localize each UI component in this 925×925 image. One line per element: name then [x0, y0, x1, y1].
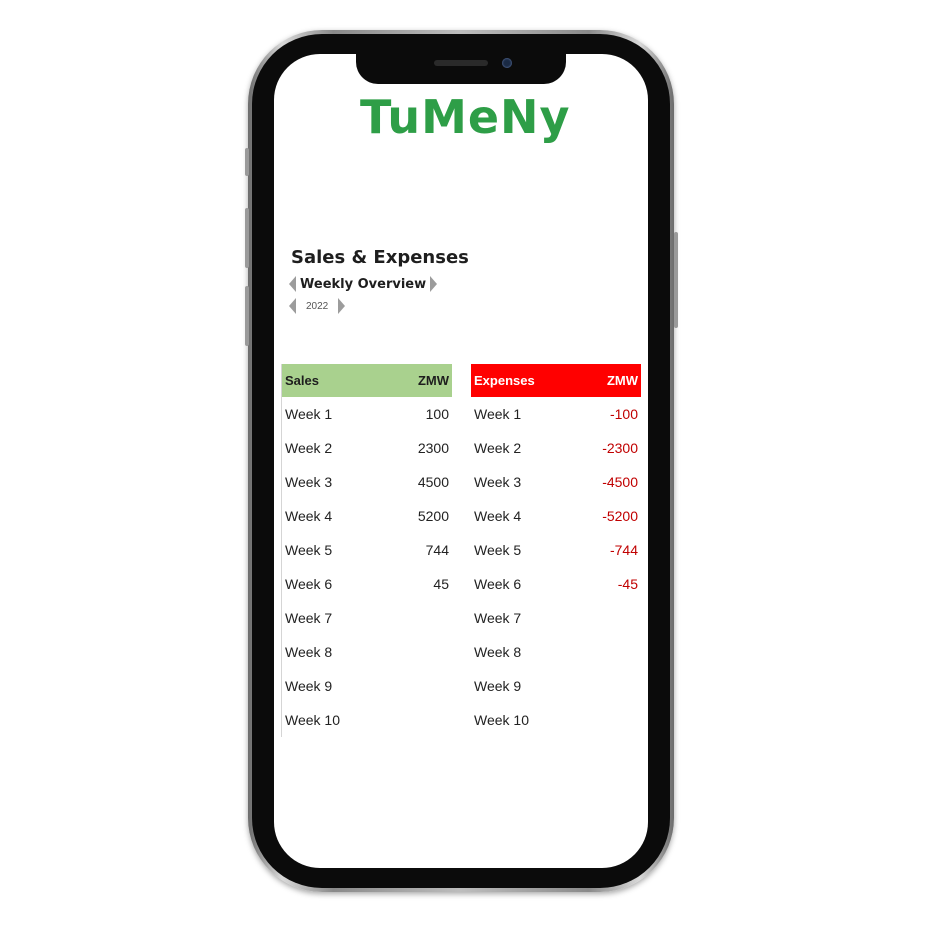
expenses-header-label: Expenses [474, 373, 535, 388]
week-label: Week 1 [474, 406, 522, 422]
view-selector: Weekly Overview [289, 276, 438, 292]
volume-down-button [245, 286, 249, 346]
table-row: Week 7 [282, 601, 452, 635]
week-label: Week 3 [285, 474, 333, 490]
expenses-table-header: Expenses ZMW [471, 364, 641, 397]
table-row: Week 1 -100 [471, 397, 641, 431]
expense-value: -100 [609, 406, 638, 422]
week-label: Week 7 [285, 610, 333, 626]
week-label: Week 3 [474, 474, 522, 490]
table-row: Week 2 -2300 [471, 431, 641, 465]
table-row: Week 7 [471, 601, 641, 635]
table-row: Week 10 [282, 703, 452, 737]
expense-value: -4500 [602, 474, 638, 490]
sales-value: 744 [425, 542, 449, 558]
table-row: Week 4 5200 [282, 499, 452, 533]
table-row: Week 6 -45 [471, 567, 641, 601]
table-row: Week 2 2300 [282, 431, 452, 465]
year-label: 2022 [306, 300, 329, 312]
sales-table-header: Sales ZMW [282, 364, 452, 397]
sales-table: Sales ZMW Week 1 100 Week 2 2300 Week 3 450… [281, 364, 452, 737]
week-label: Week 9 [285, 678, 333, 694]
expenses-currency-label: ZMW [606, 373, 638, 388]
app-logo: TuMeNy [360, 90, 571, 144]
mute-switch [245, 148, 249, 176]
sales-value: 100 [425, 406, 449, 422]
week-label: Week 8 [285, 644, 333, 660]
table-row: Week 3 4500 [282, 465, 452, 499]
sales-header-label: Sales [285, 373, 319, 388]
week-label: Week 4 [285, 508, 333, 524]
table-row: Week 9 [282, 669, 452, 703]
expense-value: -744 [609, 542, 638, 558]
sales-value: 45 [433, 576, 449, 592]
week-label: Week 4 [474, 508, 522, 524]
expense-value: -45 [617, 576, 638, 592]
table-row: Week 6 45 [282, 567, 452, 601]
sales-value: 4500 [417, 474, 449, 490]
table-row: Week 8 [282, 635, 452, 669]
table-row: Week 8 [471, 635, 641, 669]
next-view-icon[interactable] [430, 276, 438, 292]
table-row: Week 9 [471, 669, 641, 703]
phone-notch [356, 50, 566, 84]
sales-value: 2300 [417, 440, 449, 456]
power-button [674, 232, 678, 328]
year-selector: 2022 [289, 298, 346, 314]
sales-currency-label: ZMW [417, 373, 449, 388]
previous-view-icon[interactable] [289, 276, 296, 292]
table-row: Week 4 -5200 [471, 499, 641, 533]
table-row: Week 3 -4500 [471, 465, 641, 499]
expense-value: -5200 [602, 508, 638, 524]
volume-up-button [245, 208, 249, 268]
week-label: Week 9 [474, 678, 522, 694]
table-row: Week 5 744 [282, 533, 452, 567]
view-label: Weekly Overview [300, 276, 427, 292]
previous-year-icon[interactable] [289, 298, 296, 314]
week-label: Week 5 [474, 542, 522, 558]
week-label: Week 1 [285, 406, 333, 422]
sales-value: 5200 [417, 508, 449, 524]
page-title: Sales & Expenses [291, 247, 469, 268]
week-label: Week 5 [285, 542, 333, 558]
week-label: Week 2 [285, 440, 333, 456]
speaker-grille [434, 60, 488, 66]
table-row: Week 5 -744 [471, 533, 641, 567]
week-label: Week 6 [285, 576, 333, 592]
week-label: Week 6 [474, 576, 522, 592]
week-label: Week 10 [285, 712, 340, 728]
week-label: Week 7 [474, 610, 522, 626]
table-row: Week 1 100 [282, 397, 452, 431]
front-camera-icon [502, 58, 512, 68]
table-row: Week 10 [471, 703, 641, 737]
week-label: Week 2 [474, 440, 522, 456]
next-year-icon[interactable] [338, 298, 346, 314]
week-label: Week 8 [474, 644, 522, 660]
expense-value: -2300 [602, 440, 638, 456]
expenses-table: Expenses ZMW Week 1 -100 Week 2 -2300 Week… [471, 364, 641, 737]
week-label: Week 10 [474, 712, 529, 728]
